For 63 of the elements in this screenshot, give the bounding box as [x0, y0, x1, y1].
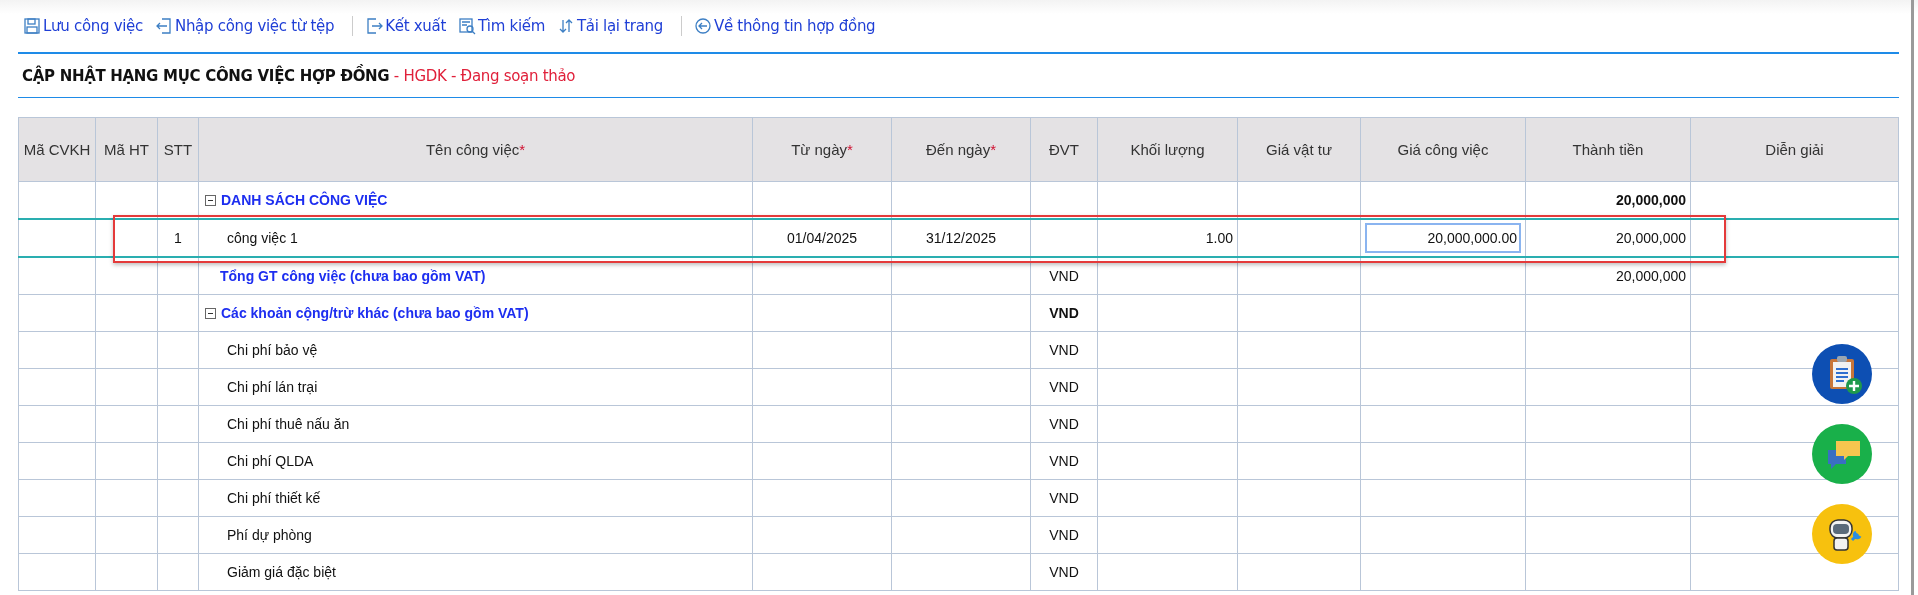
cell-text: 20,000,000 — [1615, 230, 1686, 246]
column-header: Giá vật tư — [1237, 117, 1361, 182]
cell-text: Phí dự phòng — [227, 527, 312, 543]
cell-text: 20,000,000 — [1615, 268, 1686, 284]
table-row[interactable]: DANH SÁCH CÔNG VIỆC 20,000,000 — [18, 181, 1899, 219]
cell-text: Chi phí lán trại — [227, 379, 318, 395]
cell-text: VND — [1049, 305, 1079, 321]
cell-text: VND — [1049, 490, 1079, 506]
scrollbar[interactable] — [1911, 0, 1914, 595]
cell-text: VND — [1049, 564, 1079, 580]
table-row[interactable]: Các khoản cộng/trừ khác (chưa bao gồm VAT) VND — [18, 294, 1899, 332]
column-header: ĐVT — [1030, 117, 1098, 182]
cell-text: Chi phí thiết kế — [227, 490, 321, 506]
back-icon — [693, 17, 712, 35]
cell-text: VND — [1049, 527, 1079, 543]
floating-button[interactable] — [1812, 504, 1872, 564]
cell-text: Các khoản cộng/trừ khác (chưa bao gồm VAT) — [221, 305, 529, 321]
cell-text: VND — [1049, 342, 1079, 358]
toolbar-button[interactable]: Tìm kiếm — [458, 17, 551, 35]
cell-text: 01/04/2025 — [786, 230, 858, 246]
toolbar-button[interactable]: Nhập công việc từ tệp — [155, 17, 341, 35]
cell-text: công việc 1 — [227, 230, 298, 246]
save-icon — [23, 17, 41, 35]
cell-text: VND — [1049, 416, 1079, 432]
column-header: Đến ngày* — [891, 117, 1031, 182]
floating-button[interactable] — [1812, 344, 1872, 404]
column-header: Diễn giải — [1690, 117, 1899, 182]
cell-text: Chi phí QLDA — [227, 453, 314, 469]
toolbar-button[interactable]: Về thông tin hợp đồng — [693, 17, 882, 35]
cell-text: Chi phí bảo vệ — [227, 342, 318, 358]
page-title: CẬP NHẬT HẠNG MỤC CÔNG VIỆC HỢP ĐỒNG - HGDK - Đang soạn thảo — [22, 66, 576, 85]
column-header: Giá công việc — [1360, 117, 1526, 182]
collapse-toggle[interactable] — [205, 307, 216, 319]
cell-text: 20,000,000 — [1615, 192, 1686, 208]
column-header: Thành tiền — [1525, 117, 1691, 182]
reload-icon — [557, 17, 575, 35]
cell-text: Chi phí thuê nấu ăn — [227, 416, 350, 432]
column-header: Khối lượng — [1097, 117, 1238, 182]
column-header: Tên công việc* — [198, 117, 753, 182]
column-header: Mã HT — [95, 117, 158, 182]
export-icon — [365, 17, 384, 35]
search-icon — [458, 17, 476, 35]
cell-text: VND — [1049, 453, 1079, 469]
cell-text: DANH SÁCH CÔNG VIỆC — [221, 192, 388, 208]
column-header: Mã CVKH — [18, 117, 96, 182]
import-icon — [155, 17, 173, 35]
table-row[interactable]: 1 công việc 1 01/04/2025 31/12/2025 1.00 20,000,000.00 20,000,000 — [18, 219, 1899, 257]
cell-text: VND — [1049, 379, 1079, 395]
toolbar-button[interactable]: Lưu công việc — [23, 17, 149, 35]
toolbar-button[interactable]: Tải lại trang — [557, 17, 669, 35]
cell-text: 1 — [174, 230, 182, 246]
collapse-toggle[interactable] — [205, 194, 216, 206]
cell-text: 31/12/2025 — [925, 230, 997, 246]
toolbar-button[interactable]: Kết xuất — [365, 17, 452, 35]
cell-text: Giảm giá đặc biệt — [227, 564, 336, 580]
cell-text: 1.00 — [1205, 230, 1233, 246]
cell-text: Tổng GT công việc (chưa bao gồm VAT) — [220, 268, 486, 284]
floating-button[interactable] — [1812, 424, 1872, 484]
table-row[interactable]: Tổng GT công việc (chưa bao gồm VAT) VND 20,000,000 — [18, 257, 1899, 295]
price-field[interactable]: 20,000,000.00 — [1365, 223, 1521, 253]
cell-text: VND — [1049, 268, 1079, 284]
column-header: STT — [157, 117, 199, 182]
column-header: Từ ngày* — [752, 117, 892, 182]
